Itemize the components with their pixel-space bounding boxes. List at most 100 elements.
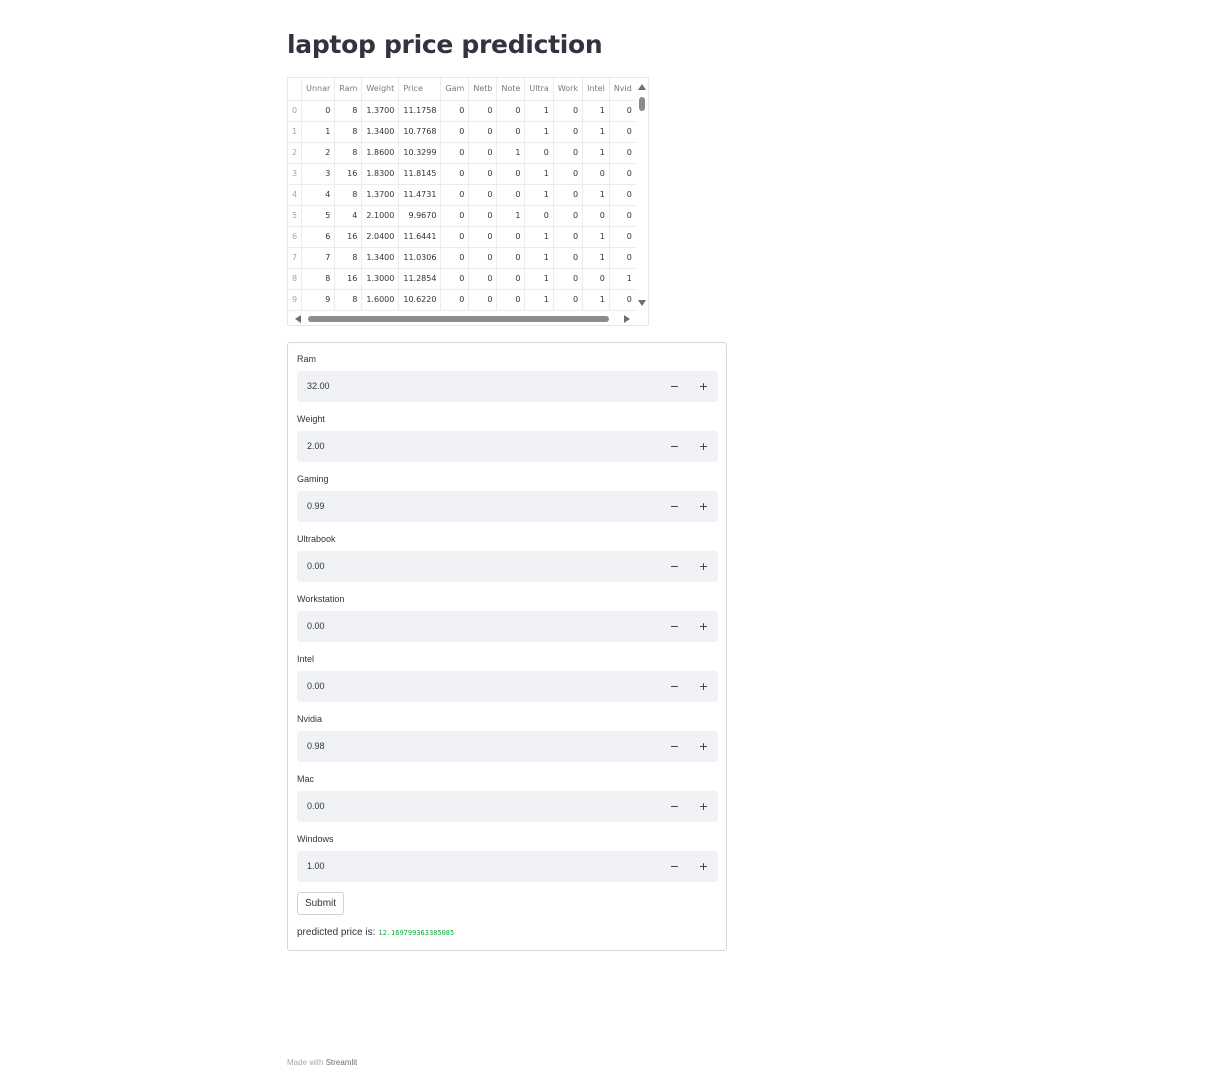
- nvidia-decrement-button[interactable]: −: [660, 731, 689, 762]
- table-cell[interactable]: 6: [301, 226, 336, 248]
- table-cell[interactable]: 9: [301, 289, 336, 311]
- table-cell[interactable]: 0: [609, 121, 637, 143]
- table-cell[interactable]: 11.0306: [398, 247, 442, 269]
- table-cell[interactable]: 0: [553, 226, 584, 248]
- column-header[interactable]: Ram: [334, 78, 363, 101]
- table-cell[interactable]: 0: [553, 163, 584, 185]
- row-index-cell[interactable]: 3: [288, 163, 303, 185]
- horizontal-scrollbar[interactable]: [288, 312, 636, 325]
- footer-brand-link[interactable]: Streamlit: [326, 1058, 358, 1067]
- table-cell[interactable]: 0: [496, 121, 526, 143]
- table-cell[interactable]: 0: [524, 142, 554, 164]
- workstation-decrement-button[interactable]: −: [660, 611, 689, 642]
- nvidia-number-input[interactable]: 0.98 − +: [297, 731, 718, 762]
- table-cell[interactable]: 0: [440, 205, 470, 227]
- table-cell[interactable]: 0: [440, 289, 470, 311]
- table-cell[interactable]: 0: [553, 121, 584, 143]
- table-cell[interactable]: 0: [553, 247, 584, 269]
- table-cell[interactable]: 1.3700: [361, 100, 400, 122]
- column-header[interactable]: Work: [553, 78, 584, 101]
- table-cell[interactable]: 0: [609, 163, 637, 185]
- table-cell[interactable]: 1: [524, 268, 554, 290]
- table-cell[interactable]: 1: [582, 100, 610, 122]
- table-cell[interactable]: 11.8145: [398, 163, 442, 185]
- ram-number-input[interactable]: 32.00 − +: [297, 371, 718, 402]
- weight-increment-button[interactable]: +: [689, 431, 718, 462]
- table-cell[interactable]: 0: [468, 226, 498, 248]
- column-header[interactable]: Note: [496, 78, 526, 101]
- table-cell[interactable]: 0: [553, 289, 584, 311]
- intel-number-input[interactable]: 0.00 − +: [297, 671, 718, 702]
- weight-input-value[interactable]: 2.00: [307, 441, 325, 451]
- row-index-cell[interactable]: 8: [288, 268, 303, 290]
- table-cell[interactable]: 10.7768: [398, 121, 442, 143]
- table-cell[interactable]: 1: [524, 247, 554, 269]
- table-cell[interactable]: 0: [609, 205, 637, 227]
- table-cell[interactable]: 0: [468, 205, 498, 227]
- ultrabook-decrement-button[interactable]: −: [660, 551, 689, 582]
- table-cell[interactable]: 0: [496, 289, 526, 311]
- table-cell[interactable]: 10.3299: [398, 142, 442, 164]
- row-index-cell[interactable]: 6: [288, 226, 303, 248]
- table-cell[interactable]: 0: [553, 100, 584, 122]
- triangle-right-icon[interactable]: [624, 315, 630, 323]
- column-header[interactable]: Netb: [468, 78, 498, 101]
- table-cell[interactable]: 0: [468, 100, 498, 122]
- ram-decrement-button[interactable]: −: [660, 371, 689, 402]
- row-index-cell[interactable]: 2: [288, 142, 303, 164]
- table-cell[interactable]: 0: [609, 226, 637, 248]
- column-header[interactable]: Gam: [440, 78, 470, 101]
- table-cell[interactable]: 1.8300: [361, 163, 400, 185]
- table-cell[interactable]: 2: [301, 142, 336, 164]
- ultrabook-increment-button[interactable]: +: [689, 551, 718, 582]
- table-cell[interactable]: 0: [496, 268, 526, 290]
- table-cell[interactable]: 0: [609, 184, 637, 206]
- table-cell[interactable]: 0: [553, 268, 584, 290]
- table-cell[interactable]: 0: [468, 268, 498, 290]
- table-cell[interactable]: 0: [496, 100, 526, 122]
- mac-number-input[interactable]: 0.00 − +: [297, 791, 718, 822]
- table-cell[interactable]: 11.2854: [398, 268, 442, 290]
- table-cell[interactable]: 0: [468, 121, 498, 143]
- table-cell[interactable]: 1: [524, 163, 554, 185]
- table-cell[interactable]: 1.3400: [361, 121, 400, 143]
- row-index-cell[interactable]: 4: [288, 184, 303, 206]
- table-cell[interactable]: 0: [440, 184, 470, 206]
- table-cell[interactable]: 10.6220: [398, 289, 442, 311]
- table-cell[interactable]: 0: [468, 289, 498, 311]
- mac-increment-button[interactable]: +: [689, 791, 718, 822]
- vertical-scrollbar[interactable]: [636, 78, 648, 313]
- table-cell[interactable]: 1: [582, 142, 610, 164]
- table-cell[interactable]: 0: [609, 289, 637, 311]
- table-cell[interactable]: 9.9670: [398, 205, 442, 227]
- mac-input-value[interactable]: 0.00: [307, 801, 325, 811]
- windows-decrement-button[interactable]: −: [660, 851, 689, 882]
- column-header[interactable]: Unnar: [301, 78, 336, 101]
- gaming-increment-button[interactable]: +: [689, 491, 718, 522]
- index-column-header[interactable]: [288, 78, 303, 101]
- row-index-cell[interactable]: 7: [288, 247, 303, 269]
- table-cell[interactable]: 5: [301, 205, 336, 227]
- nvidia-input-value[interactable]: 0.98: [307, 741, 325, 751]
- workstation-increment-button[interactable]: +: [689, 611, 718, 642]
- table-cell[interactable]: 0: [496, 247, 526, 269]
- table-cell[interactable]: 0: [440, 226, 470, 248]
- table-cell[interactable]: 8: [301, 268, 336, 290]
- table-cell[interactable]: 1: [582, 184, 610, 206]
- table-cell[interactable]: 0: [553, 142, 584, 164]
- table-cell[interactable]: 1: [582, 121, 610, 143]
- table-cell[interactable]: 1: [609, 268, 637, 290]
- table-cell[interactable]: 1: [582, 247, 610, 269]
- table-cell[interactable]: 11.1758: [398, 100, 442, 122]
- table-cell[interactable]: 7: [301, 247, 336, 269]
- row-index-cell[interactable]: 0: [288, 100, 303, 122]
- table-cell[interactable]: 0: [582, 163, 610, 185]
- row-index-cell[interactable]: 5: [288, 205, 303, 227]
- table-cell[interactable]: 1.3000: [361, 268, 400, 290]
- gaming-number-input[interactable]: 0.99 − +: [297, 491, 718, 522]
- table-cell[interactable]: 1: [582, 226, 610, 248]
- table-cell[interactable]: 0: [440, 142, 470, 164]
- table-cell[interactable]: 0: [553, 205, 584, 227]
- table-cell[interactable]: 8: [334, 247, 363, 269]
- table-cell[interactable]: 4: [301, 184, 336, 206]
